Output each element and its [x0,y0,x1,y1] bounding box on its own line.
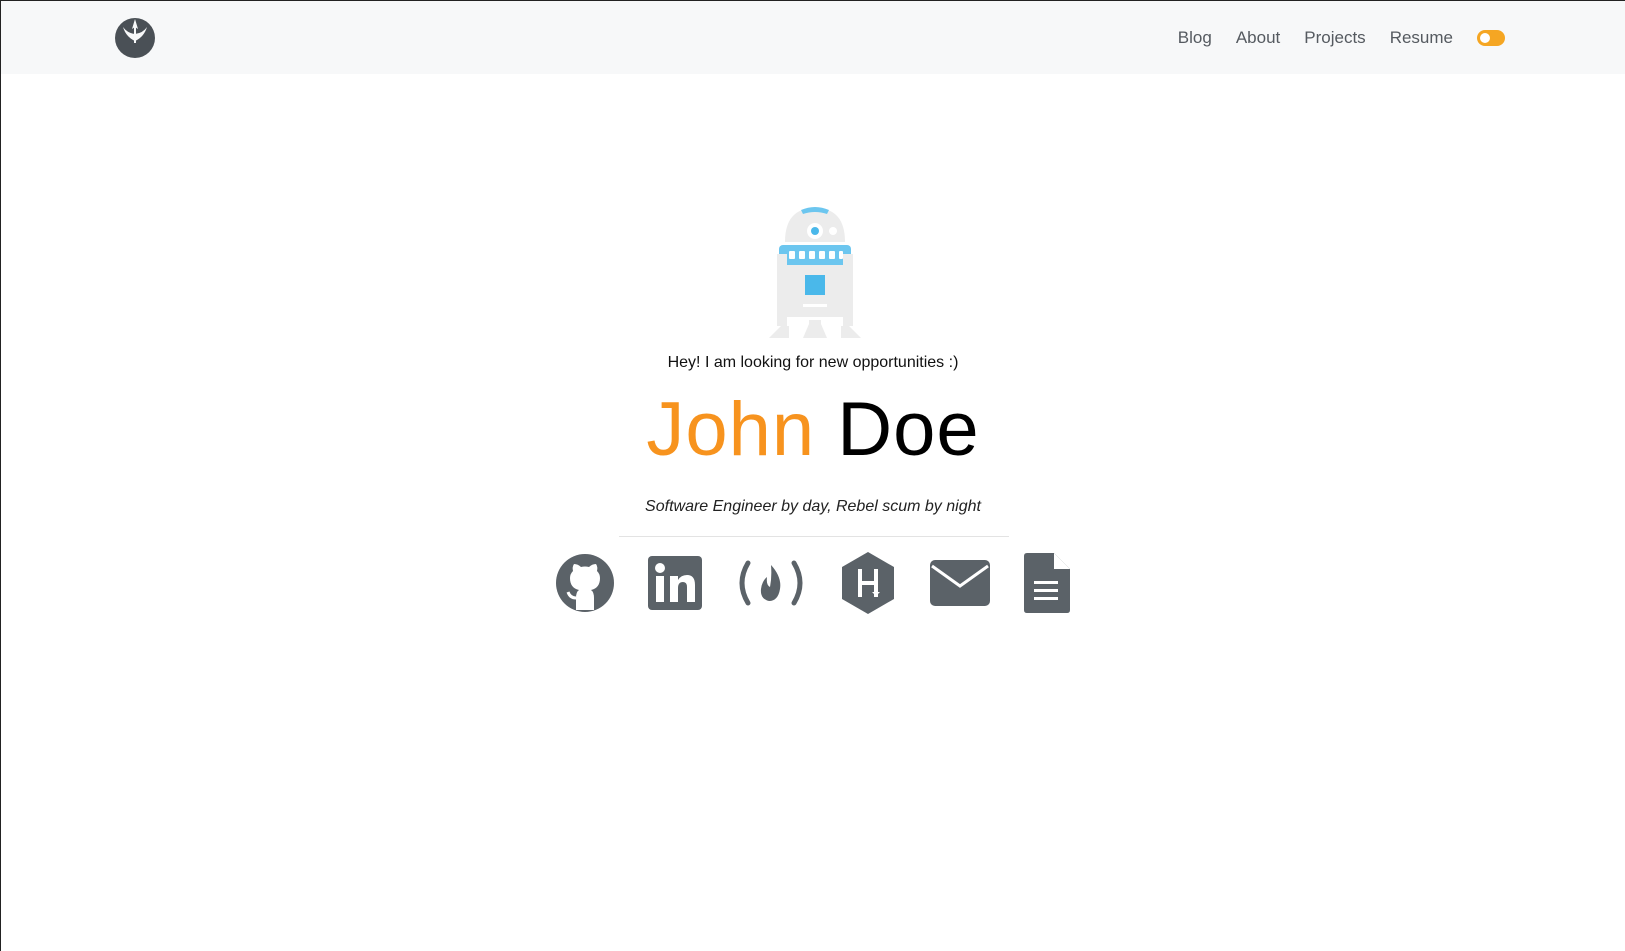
resume-document-icon[interactable] [1024,553,1070,613]
nav-link-resume[interactable]: Resume [1390,28,1453,48]
hero-name: John Doe [1,392,1625,468]
r2d2-icon [745,202,885,338]
linkedin-icon[interactable] [648,556,702,610]
nav-link-projects[interactable]: Projects [1304,28,1365,48]
github-icon[interactable] [556,554,614,612]
email-icon[interactable] [930,560,990,606]
last-name: Doe [837,387,980,472]
first-name: John [646,387,816,472]
hackerrank-icon[interactable] [840,552,896,614]
tagline: Hey! I am looking for new opportunities … [667,354,959,371]
nav-link-blog[interactable]: Blog [1178,28,1212,48]
theme-toggle[interactable] [1477,29,1505,46]
freecodecamp-icon[interactable] [736,559,806,607]
divider [619,536,1009,537]
toggle-knob [1480,32,1490,43]
subtitle: Software Engineer by day, Rebel scum by … [645,498,981,515]
social-links [1,552,1625,614]
nav-links: Blog About Projects Resume [1178,1,1505,74]
rebel-alliance-icon[interactable] [113,15,157,59]
navbar: Blog About Projects Resume [1,1,1625,74]
nav-link-about[interactable]: About [1236,28,1280,48]
